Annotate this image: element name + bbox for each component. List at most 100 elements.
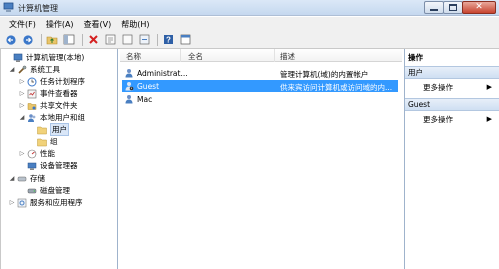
computer-management-icon xyxy=(3,2,14,12)
delete-button[interactable] xyxy=(86,33,100,47)
tree-item-label: 服务和应用程序 xyxy=(30,198,83,207)
actions-section-guest[interactable]: Guest xyxy=(405,98,499,111)
maximize-button[interactable] xyxy=(443,1,463,14)
expand-arrow-icon[interactable]: ▷ xyxy=(9,199,15,206)
toolbar: ? xyxy=(0,31,499,49)
tree-item-label: 事件查看器 xyxy=(40,89,78,98)
computer-icon xyxy=(13,53,23,63)
tree-item-label: 共享文件夹 xyxy=(40,101,78,110)
tree-item-shared-folders[interactable]: ▷ 共享文件夹 xyxy=(19,100,78,111)
tree-item-label: 设备管理器 xyxy=(40,161,78,170)
submenu-arrow-icon: ▶ xyxy=(486,83,492,91)
tree-item-computer-management[interactable]: 计算机管理(本地) xyxy=(5,52,84,63)
collapse-arrow-icon[interactable]: ◢ xyxy=(9,175,15,182)
tree-item-users[interactable]: 用户 xyxy=(37,123,69,136)
actions-section-label: Guest xyxy=(408,100,431,109)
clock-icon xyxy=(27,77,37,87)
help-button[interactable]: ? xyxy=(161,33,175,47)
console-tree: 计算机管理(本地) ◢ 系统工具 ▷ 任务计划程序 ▷ 事件查看器 ▷ 共享文件… xyxy=(0,49,118,269)
properties-button[interactable] xyxy=(103,33,117,47)
disk-icon xyxy=(27,186,37,196)
event-viewer-icon xyxy=(27,89,37,99)
console-button[interactable] xyxy=(178,33,192,47)
storage-icon xyxy=(17,174,27,184)
tree-item-system-tools[interactable]: ◢ 系统工具 xyxy=(9,64,60,75)
menu-bar: 文件(F) 操作(A) 查看(V) 帮助(H) xyxy=(0,17,499,31)
back-button[interactable] xyxy=(4,33,18,47)
list-header: 名称 全名 描述 xyxy=(120,49,402,62)
actions-section-users[interactable]: 用户 xyxy=(405,66,499,79)
services-icon xyxy=(17,198,27,208)
export-button[interactable] xyxy=(137,33,151,47)
up-folder-button[interactable] xyxy=(45,33,59,47)
tree-item-task-scheduler[interactable]: ▷ 任务计划程序 xyxy=(19,76,85,87)
show-hide-tree-button[interactable] xyxy=(62,33,76,47)
folder-icon xyxy=(37,137,47,147)
delete-icon xyxy=(88,35,98,44)
menu-help[interactable]: 帮助(H) xyxy=(116,19,154,30)
expand-arrow-icon[interactable]: ▷ xyxy=(19,102,25,109)
more-actions-users[interactable]: 更多操作 ▶ xyxy=(405,81,499,93)
export-icon xyxy=(139,34,149,45)
tree-item-event-viewer[interactable]: ▷ 事件查看器 xyxy=(19,88,78,99)
users-icon xyxy=(27,113,37,123)
shared-folder-icon xyxy=(27,101,37,111)
tree-item-label: 任务计划程序 xyxy=(40,77,85,86)
cell-description: 管理计算机(域)的内置帐户 xyxy=(280,70,369,79)
user-icon xyxy=(125,69,133,78)
cell-description: 供来宾访问计算机或访问域的内... xyxy=(280,83,393,92)
tree-item-label: 性能 xyxy=(40,149,55,158)
table-row[interactable]: Administrat... 管理计算机(域)的内置帐户 xyxy=(122,67,398,79)
actions-pane: 操作 用户 更多操作 ▶ Guest 更多操作 ▶ xyxy=(404,49,499,269)
title-bar: 计算机管理 ✕ xyxy=(0,0,499,16)
tree-item-services-apps[interactable]: ▷ 服务和应用程序 xyxy=(9,197,83,208)
close-button[interactable]: ✕ xyxy=(462,1,496,14)
users-list: 名称 全名 描述 Administrat... 管理计算机(域)的内置帐户 Gu… xyxy=(120,49,402,269)
minimize-icon xyxy=(430,9,438,11)
svg-text:?: ? xyxy=(166,36,171,45)
tree-item-disk-management[interactable]: 磁盘管理 xyxy=(27,185,70,196)
device-manager-icon xyxy=(27,161,37,171)
forward-button[interactable] xyxy=(21,33,35,47)
user-icon xyxy=(125,95,133,104)
menu-view[interactable]: 查看(V) xyxy=(79,19,117,30)
tree-item-label: 存储 xyxy=(30,174,45,183)
column-header-fullname[interactable]: 全名 xyxy=(188,51,203,62)
tree-item-device-manager[interactable]: 设备管理器 xyxy=(27,160,78,171)
more-actions-guest[interactable]: 更多操作 ▶ xyxy=(405,113,499,125)
maximize-icon xyxy=(449,4,457,11)
menu-action[interactable]: 操作(A) xyxy=(41,19,79,30)
properties-icon xyxy=(105,34,115,45)
minimize-button[interactable] xyxy=(424,1,444,14)
up-folder-icon xyxy=(46,36,58,45)
submenu-arrow-icon: ▶ xyxy=(486,115,492,123)
tree-item-groups[interactable]: 组 xyxy=(37,136,58,147)
window-title: 计算机管理 xyxy=(18,4,58,13)
window-controls: ✕ xyxy=(424,1,496,14)
column-header-description[interactable]: 描述 xyxy=(280,51,295,62)
forward-icon xyxy=(23,34,33,45)
table-row[interactable]: Guest 供来宾访问计算机或访问域的内... xyxy=(122,80,398,92)
column-divider[interactable] xyxy=(274,49,275,62)
help-icon: ? xyxy=(163,35,173,45)
table-row[interactable]: Mac xyxy=(122,93,398,105)
tree-item-performance[interactable]: ▷ 性能 xyxy=(19,148,55,159)
cell-name: Administrat... xyxy=(137,69,188,78)
refresh-button[interactable] xyxy=(120,33,134,47)
tree-item-label: 本地用户和组 xyxy=(40,113,85,122)
cell-name: Mac xyxy=(137,95,153,104)
column-header-name[interactable]: 名称 xyxy=(126,51,141,62)
expand-arrow-icon[interactable]: ▷ xyxy=(19,78,25,85)
expand-arrow-icon[interactable]: ▷ xyxy=(19,90,25,97)
performance-icon xyxy=(27,149,37,159)
tree-item-label: 组 xyxy=(50,137,58,146)
menu-file[interactable]: 文件(F) xyxy=(4,19,41,30)
expand-arrow-icon[interactable]: ▷ xyxy=(19,150,25,157)
show-hide-tree-icon xyxy=(63,34,75,45)
collapse-arrow-icon[interactable]: ◢ xyxy=(19,114,25,121)
tree-item-storage[interactable]: ◢ 存储 xyxy=(9,173,45,184)
refresh-icon xyxy=(122,34,132,45)
collapse-arrow-icon[interactable]: ◢ xyxy=(9,66,15,73)
column-divider[interactable] xyxy=(180,49,181,62)
tree-item-local-users-groups[interactable]: ◢ 本地用户和组 xyxy=(19,112,85,123)
